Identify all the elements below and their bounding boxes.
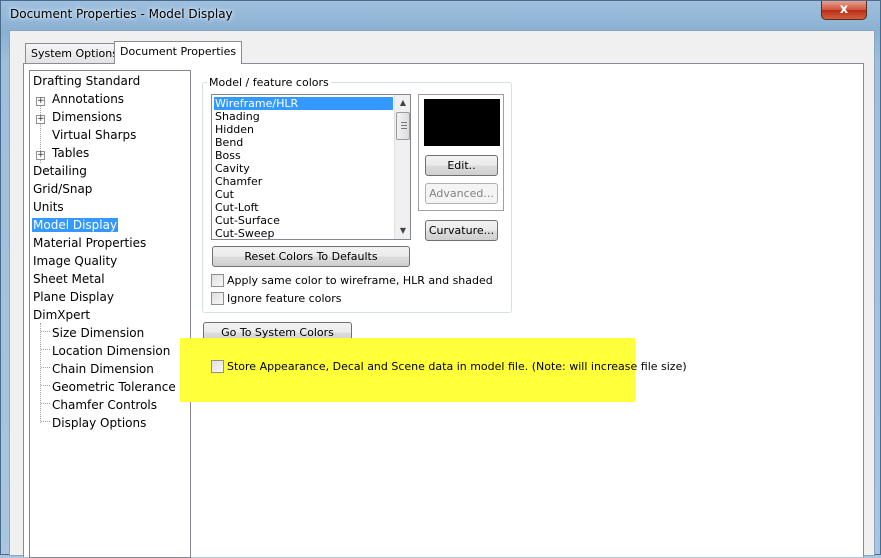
list-item[interactable]: Wireframe/HLR bbox=[214, 97, 393, 110]
tab-system-options[interactable]: System Options bbox=[25, 43, 124, 64]
close-icon: x bbox=[839, 2, 849, 17]
tree-line bbox=[41, 403, 50, 404]
list-item[interactable]: Cut bbox=[214, 188, 393, 201]
apply-same-color-checkbox[interactable] bbox=[211, 274, 224, 287]
tree-item-size-dimension[interactable]: Size Dimension bbox=[52, 325, 144, 341]
scroll-down-icon[interactable]: ▼ bbox=[395, 223, 410, 239]
ignore-feature-colors-checkbox[interactable] bbox=[211, 292, 224, 305]
list-item[interactable]: Cut-Sweep bbox=[214, 227, 393, 239]
list-scrollbar[interactable]: ▲ ▼ bbox=[394, 95, 410, 239]
list-item[interactable]: Cavity bbox=[214, 162, 393, 175]
tree-line bbox=[41, 367, 50, 368]
list-item[interactable]: Cut-Loft bbox=[214, 201, 393, 214]
tree-line bbox=[40, 323, 41, 423]
properties-tree: + + + Drafting Standard Annotations Dime… bbox=[29, 70, 191, 558]
list-item[interactable]: Cut-Surface bbox=[214, 214, 393, 227]
advanced-button[interactable]: Advanced... bbox=[425, 183, 498, 204]
tree-item-geometric-tolerance[interactable]: Geometric Tolerance bbox=[52, 379, 176, 395]
close-button[interactable]: x bbox=[821, 1, 867, 20]
tree-line bbox=[41, 331, 50, 332]
tree-item-dimxpert[interactable]: DimXpert bbox=[33, 307, 90, 323]
expand-icon[interactable]: + bbox=[36, 115, 45, 124]
apply-same-color-label: Apply same color to wireframe, HLR and s… bbox=[227, 274, 493, 287]
tree-item-image-quality[interactable]: Image Quality bbox=[33, 253, 117, 269]
list-item[interactable]: Bend bbox=[214, 136, 393, 149]
tree-line bbox=[41, 385, 50, 386]
tree-item-units[interactable]: Units bbox=[33, 199, 64, 215]
scroll-up-icon[interactable]: ▲ bbox=[395, 95, 410, 111]
list-item[interactable]: Chamfer bbox=[214, 175, 393, 188]
list-item[interactable]: Boss bbox=[214, 149, 393, 162]
reset-colors-button[interactable]: Reset Colors To Defaults bbox=[212, 246, 410, 267]
store-appearance-checkbox[interactable] bbox=[211, 360, 224, 373]
tree-item-chain-dimension[interactable]: Chain Dimension bbox=[52, 361, 154, 377]
group-label: Model / feature colors bbox=[207, 76, 331, 89]
tree-item-material-properties[interactable]: Material Properties bbox=[33, 235, 146, 251]
tree-item-grid-snap[interactable]: Grid/Snap bbox=[33, 181, 92, 197]
list-item[interactable]: Hidden bbox=[214, 123, 393, 136]
tree-item-dimensions[interactable]: Dimensions bbox=[52, 109, 122, 125]
color-swatch bbox=[424, 99, 500, 146]
tree-item-chamfer-controls[interactable]: Chamfer Controls bbox=[52, 397, 157, 413]
tree-line bbox=[41, 349, 50, 350]
tree-item-annotations[interactable]: Annotations bbox=[52, 91, 124, 107]
list-item[interactable]: Shading bbox=[214, 110, 393, 123]
ignore-feature-colors-label: Ignore feature colors bbox=[227, 292, 342, 305]
tree-item-model-display[interactable]: Model Display bbox=[32, 217, 119, 233]
tree-item-sheet-metal[interactable]: Sheet Metal bbox=[33, 271, 105, 287]
tree-item-plane-display[interactable]: Plane Display bbox=[33, 289, 114, 305]
curvature-button[interactable]: Curvature... bbox=[425, 220, 498, 241]
tree-item-display-options[interactable]: Display Options bbox=[52, 415, 146, 431]
tree-line bbox=[41, 421, 50, 422]
tab-document-properties[interactable]: Document Properties bbox=[114, 41, 243, 64]
tab-label: System Options bbox=[31, 47, 118, 60]
tree-item-virtual-sharps[interactable]: Virtual Sharps bbox=[52, 127, 136, 143]
tree-item-detailing[interactable]: Detailing bbox=[33, 163, 87, 179]
tree-item-drafting-standard[interactable]: Drafting Standard bbox=[33, 73, 140, 89]
tree-item-location-dimension[interactable]: Location Dimension bbox=[52, 343, 170, 359]
scroll-thumb[interactable] bbox=[396, 112, 410, 140]
expand-icon[interactable]: + bbox=[36, 97, 45, 106]
tab-label: Document Properties bbox=[120, 45, 237, 58]
feature-colors-list[interactable]: Wireframe/HLR Shading Hidden Bend Boss C… bbox=[211, 94, 411, 240]
window-title: Document Properties - Model Display bbox=[10, 7, 233, 21]
tree-item-tables[interactable]: Tables bbox=[52, 145, 89, 161]
expand-icon[interactable]: + bbox=[36, 151, 45, 160]
edit-button[interactable]: Edit.. bbox=[425, 155, 498, 176]
store-appearance-label: Store Appearance, Decal and Scene data i… bbox=[227, 360, 687, 373]
dialog-window: Document Properties - Model Display x Sy… bbox=[0, 0, 881, 558]
title-bar[interactable]: Document Properties - Model Display x bbox=[1, 1, 880, 29]
